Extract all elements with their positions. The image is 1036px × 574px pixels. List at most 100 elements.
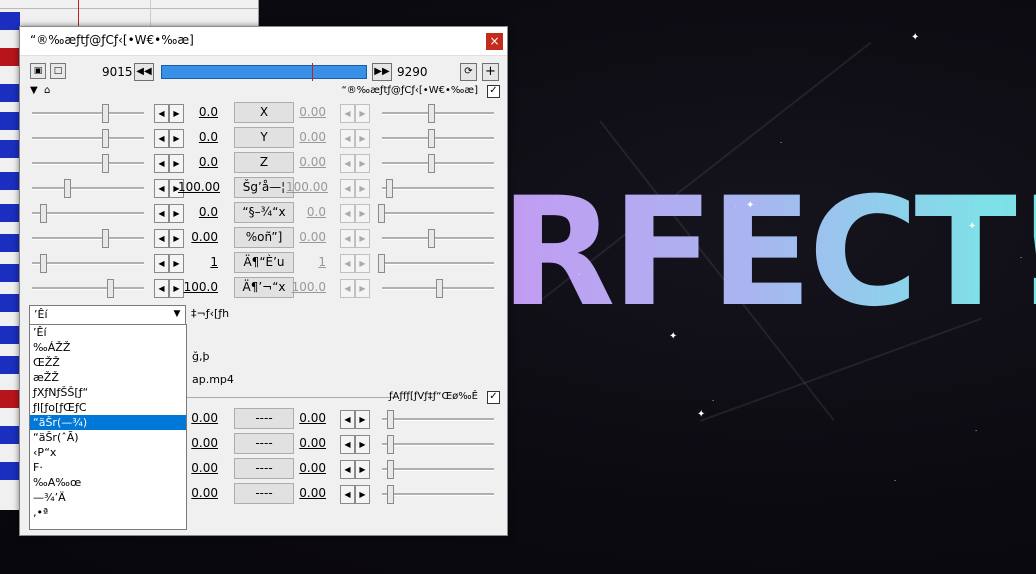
- param-name-button[interactable]: %oñ”]: [234, 227, 294, 248]
- blend-mode-option[interactable]: ƒXƒNƒŠŠ[ƒ“: [30, 385, 186, 400]
- timeline-layer[interactable]: [0, 48, 20, 66]
- param-end-value[interactable]: 0.00: [286, 461, 326, 475]
- param-slider-track[interactable]: [382, 418, 494, 421]
- param-slider-track[interactable]: [32, 262, 144, 265]
- param-slider-track[interactable]: [382, 162, 494, 165]
- param-slider-track[interactable]: [382, 262, 494, 265]
- decrement-button[interactable]: ◀: [154, 279, 169, 298]
- param-name-button[interactable]: Ä¶“È’u: [234, 252, 294, 273]
- param-start-value[interactable]: 1: [178, 255, 218, 269]
- add-filter-button[interactable]: +: [482, 63, 499, 81]
- param-slider-thumb[interactable]: [107, 279, 114, 298]
- increment-button[interactable]: ▶: [355, 154, 370, 173]
- increment-button[interactable]: ▶: [355, 204, 370, 223]
- increment-button[interactable]: ▶: [355, 279, 370, 298]
- param-slider-track[interactable]: [382, 493, 494, 496]
- param-slider-track[interactable]: [32, 162, 144, 165]
- param-name-button[interactable]: Ä¶’¬“x: [234, 277, 294, 298]
- close-button[interactable]: ×: [486, 33, 503, 50]
- param-start-value[interactable]: 0.0: [178, 155, 218, 169]
- timeline-layer[interactable]: [0, 140, 20, 158]
- section-enable-checkbox[interactable]: ✓: [487, 85, 500, 98]
- decrement-button[interactable]: ◀: [340, 204, 355, 223]
- param-slider-thumb[interactable]: [387, 485, 394, 504]
- blend-mode-select[interactable]: ’Êí ▼: [29, 305, 186, 325]
- param-end-value[interactable]: 0.0: [286, 205, 326, 219]
- param-slider-track[interactable]: [32, 287, 144, 290]
- decrement-button[interactable]: ◀: [154, 129, 169, 148]
- param-name-button[interactable]: X: [234, 102, 294, 123]
- decrement-button[interactable]: ◀: [340, 129, 355, 148]
- param-name-button[interactable]: Z: [234, 152, 294, 173]
- decrement-button[interactable]: ◀: [340, 435, 355, 454]
- current-frame-marker[interactable]: [312, 63, 313, 81]
- param-slider-track[interactable]: [32, 237, 144, 240]
- param-slider-track[interactable]: [382, 443, 494, 446]
- param-slider-track[interactable]: [382, 112, 494, 115]
- increment-button[interactable]: ▶: [355, 229, 370, 248]
- blend-mode-option[interactable]: “äŠr(ˆÃ): [30, 430, 186, 445]
- timeline-layer[interactable]: [0, 390, 20, 408]
- param-start-value[interactable]: 100.00: [178, 180, 220, 194]
- param-slider-track[interactable]: [382, 468, 494, 471]
- param-end-value[interactable]: 1: [286, 255, 326, 269]
- title-bar[interactable]: “®‰æƒtƒ@ƒCƒ‹[•W€•‰æ] ×: [20, 27, 507, 56]
- param-slider-thumb[interactable]: [40, 204, 47, 223]
- decrement-button[interactable]: ◀: [154, 254, 169, 273]
- blend-mode-option[interactable]: ŒŽŽ: [30, 355, 186, 370]
- param-start-value[interactable]: 0.0: [178, 105, 218, 119]
- timeline-layer[interactable]: [0, 426, 20, 444]
- param-slider-thumb[interactable]: [102, 229, 109, 248]
- param-slider-thumb[interactable]: [378, 254, 385, 273]
- param-name-button[interactable]: ----: [234, 483, 294, 504]
- timeline-layer[interactable]: [0, 84, 20, 102]
- param-end-value[interactable]: 100.00: [286, 180, 328, 194]
- increment-button[interactable]: ▶: [355, 485, 370, 504]
- timeline-layer[interactable]: [0, 326, 20, 344]
- decrement-button[interactable]: ◀: [340, 104, 355, 123]
- decrement-button[interactable]: ◀: [340, 229, 355, 248]
- blend-mode-option[interactable]: F·: [30, 460, 186, 475]
- blend-mode-option[interactable]: ‹P“x: [30, 445, 186, 460]
- param-slider-thumb[interactable]: [428, 129, 435, 148]
- timeline-layer[interactable]: [0, 356, 20, 374]
- param-slider-thumb[interactable]: [64, 179, 71, 198]
- param-slider-track[interactable]: [382, 237, 494, 240]
- decrement-button[interactable]: ◀: [340, 279, 355, 298]
- param-slider-track[interactable]: [382, 187, 494, 190]
- param-name-button[interactable]: “§–¾“x: [234, 202, 294, 223]
- param-end-value[interactable]: 0.00: [286, 411, 326, 425]
- increment-button[interactable]: ▶: [355, 179, 370, 198]
- blend-mode-option[interactable]: ‰A‰œ: [30, 475, 186, 490]
- collapse-icon[interactable]: ▼: [30, 85, 38, 96]
- param-slider-track[interactable]: [382, 137, 494, 140]
- decrement-button[interactable]: ◀: [154, 229, 169, 248]
- param-end-value[interactable]: 0.00: [286, 486, 326, 500]
- param-name-button[interactable]: ----: [234, 433, 294, 454]
- decrement-button[interactable]: ◀: [340, 154, 355, 173]
- increment-button[interactable]: ▶: [355, 129, 370, 148]
- param-slider-track[interactable]: [32, 112, 144, 115]
- param-name-button[interactable]: Y: [234, 127, 294, 148]
- decrement-button[interactable]: ◀: [340, 410, 355, 429]
- chevron-down-icon[interactable]: ▼: [170, 307, 184, 321]
- param-end-value[interactable]: 0.00: [286, 130, 326, 144]
- param-slider-thumb[interactable]: [428, 229, 435, 248]
- timeline-layer[interactable]: [0, 112, 20, 130]
- param-end-value[interactable]: 100.0: [286, 280, 326, 294]
- timeline-layer[interactable]: [0, 294, 20, 312]
- decrement-button[interactable]: ◀: [340, 460, 355, 479]
- param-slider-thumb[interactable]: [102, 104, 109, 123]
- increment-button[interactable]: ▶: [355, 410, 370, 429]
- prev-frame-button[interactable]: ◀◀: [134, 63, 154, 81]
- next-frame-button[interactable]: ▶▶: [372, 63, 392, 81]
- param-start-value[interactable]: 0.00: [178, 230, 218, 244]
- param-slider-thumb[interactable]: [40, 254, 47, 273]
- section2-enable-checkbox[interactable]: ✓: [487, 391, 500, 404]
- blend-mode-option[interactable]: ‰ÁŽŽ: [30, 340, 186, 355]
- decrement-button[interactable]: ◀: [154, 179, 169, 198]
- frame-seekbar[interactable]: [161, 63, 367, 81]
- decrement-button[interactable]: ◀: [340, 485, 355, 504]
- decrement-button[interactable]: ◀: [154, 154, 169, 173]
- param-start-value[interactable]: 100.0: [178, 280, 218, 294]
